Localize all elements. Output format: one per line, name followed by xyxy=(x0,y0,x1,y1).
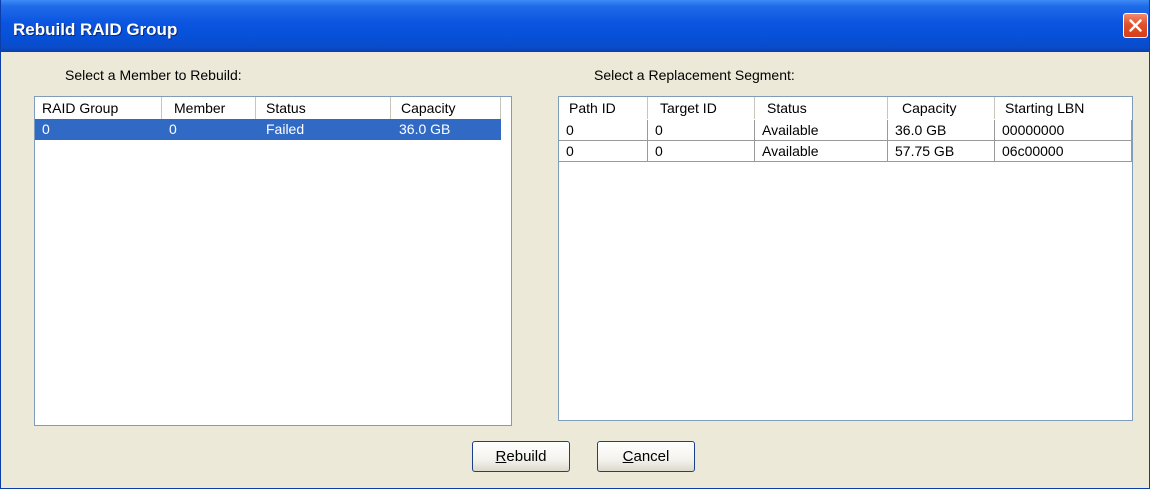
status-cell: Available xyxy=(755,120,888,141)
cancel-button[interactable]: Cancel xyxy=(597,441,695,472)
raid-group-cell: 0 xyxy=(42,121,50,137)
target-id-cell: 0 xyxy=(648,141,755,162)
target-id-cell: 0 xyxy=(648,120,755,141)
member-cell: 0 xyxy=(169,121,177,137)
member-section-label: Select a Member to Rebuild: xyxy=(65,67,242,83)
column-header-capacity[interactable]: Capacity xyxy=(391,97,501,119)
segment-section-label: Select a Replacement Segment: xyxy=(594,67,795,83)
path-id-cell: 0 xyxy=(559,141,648,162)
path-id-cell: 0 xyxy=(559,120,648,141)
column-header-starting-lbn[interactable]: Starting LBN xyxy=(995,97,1132,119)
member-list-header: RAID Group Member Status Capacity xyxy=(35,97,511,119)
column-header-capacity[interactable]: Capacity xyxy=(888,97,995,119)
starting-lbn-cell: 00000000 xyxy=(995,120,1132,141)
column-header-target-id[interactable]: Target ID xyxy=(648,97,755,119)
rebuild-button-accel: R xyxy=(495,448,507,465)
column-header-member[interactable]: Member xyxy=(162,97,256,119)
segment-list-header: Path ID Target ID Status Capacity Starti… xyxy=(559,97,1132,119)
capacity-cell: 57.75 GB xyxy=(888,141,995,162)
cancel-button-accel: C xyxy=(622,448,634,465)
rebuild-button[interactable]: Rebuild xyxy=(472,441,570,472)
close-button[interactable] xyxy=(1123,13,1148,38)
segment-list[interactable]: Path ID Target ID Status Capacity Starti… xyxy=(558,96,1133,421)
cancel-button-label: ancel xyxy=(633,448,670,465)
starting-lbn-cell: 06c00000 xyxy=(995,141,1132,162)
member-row[interactable]: 0 0 Failed 36.0 GB xyxy=(35,119,501,140)
dialog-window: Rebuild RAID Group Select a Member to Re… xyxy=(0,0,1150,489)
close-icon xyxy=(1129,19,1142,32)
segment-row[interactable]: 0 0 Available 57.75 GB 06c00000 xyxy=(559,141,1132,162)
status-cell: Available xyxy=(755,141,888,162)
status-cell: Failed xyxy=(266,121,305,137)
window-title: Rebuild RAID Group xyxy=(13,20,178,39)
member-list[interactable]: RAID Group Member Status Capacity 0 0 Fa… xyxy=(34,96,512,426)
segment-row[interactable]: 0 0 Available 36.0 GB 00000000 xyxy=(559,120,1132,141)
column-header-raid-group[interactable]: RAID Group xyxy=(35,97,162,119)
column-header-status[interactable]: Status xyxy=(256,97,391,119)
capacity-cell: 36.0 GB xyxy=(399,121,451,137)
column-header-path-id[interactable]: Path ID xyxy=(559,97,648,119)
title-bar[interactable]: Rebuild RAID Group xyxy=(1,0,1149,52)
rebuild-button-label: ebuild xyxy=(506,448,547,465)
capacity-cell: 36.0 GB xyxy=(888,120,995,141)
column-header-status[interactable]: Status xyxy=(755,97,888,119)
